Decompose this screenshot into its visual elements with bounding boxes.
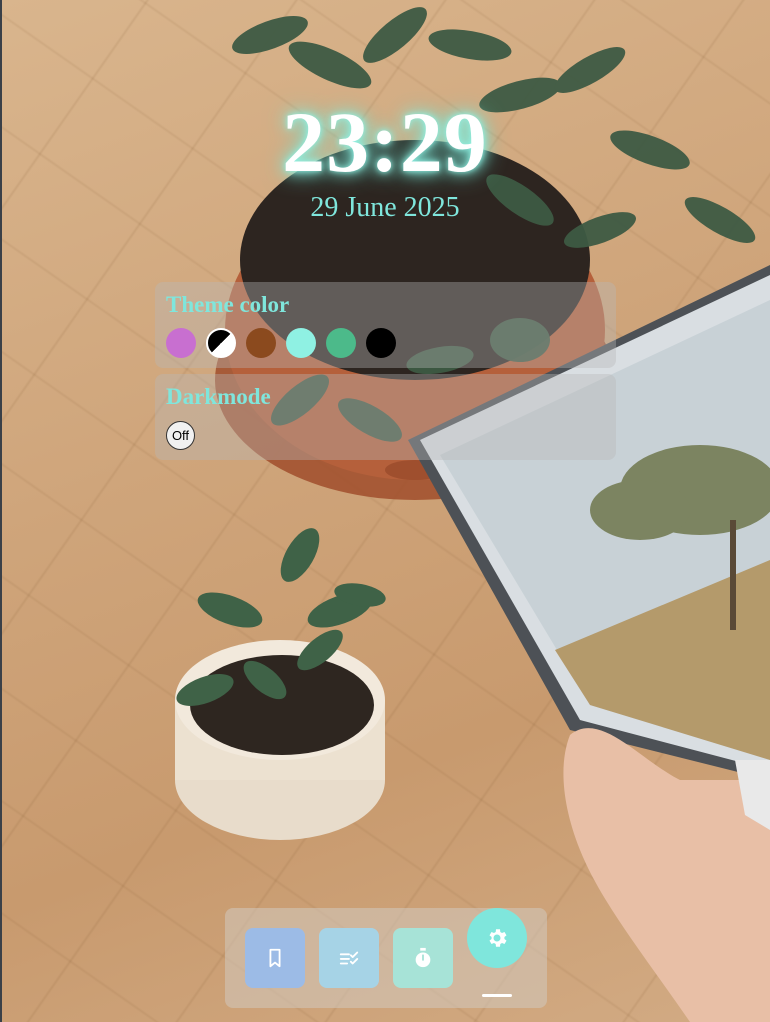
darkmode-panel: Darkmode Off: [155, 374, 616, 460]
checklist-icon: [339, 951, 359, 965]
bottom-dock: [225, 908, 547, 1008]
swatch-orchid[interactable]: [166, 328, 196, 358]
settings-button[interactable]: [467, 908, 527, 968]
theme-color-panel: Theme color: [155, 282, 616, 368]
theme-color-swatches: [166, 328, 396, 358]
swatch-green[interactable]: [326, 328, 356, 358]
swatch-black[interactable]: [366, 328, 396, 358]
swatch-aqua[interactable]: [286, 328, 316, 358]
stopwatch-icon: [415, 947, 431, 968]
theme-color-title: Theme color: [166, 292, 290, 317]
active-tab-indicator: [482, 994, 512, 997]
timer-button[interactable]: [393, 928, 453, 988]
bookmarks-button[interactable]: [245, 928, 305, 988]
clock-date: 29 June 2025: [310, 192, 460, 223]
bookmark-icon: [269, 948, 281, 968]
swatch-brown[interactable]: [246, 328, 276, 358]
gear-icon: [489, 929, 507, 947]
swatch-mono[interactable]: [206, 328, 236, 358]
darkmode-title: Darkmode: [166, 384, 271, 409]
tasks-button[interactable]: [319, 928, 379, 988]
darkmode-toggle[interactable]: Off: [166, 421, 195, 450]
clock-time: 23:29: [282, 94, 488, 190]
